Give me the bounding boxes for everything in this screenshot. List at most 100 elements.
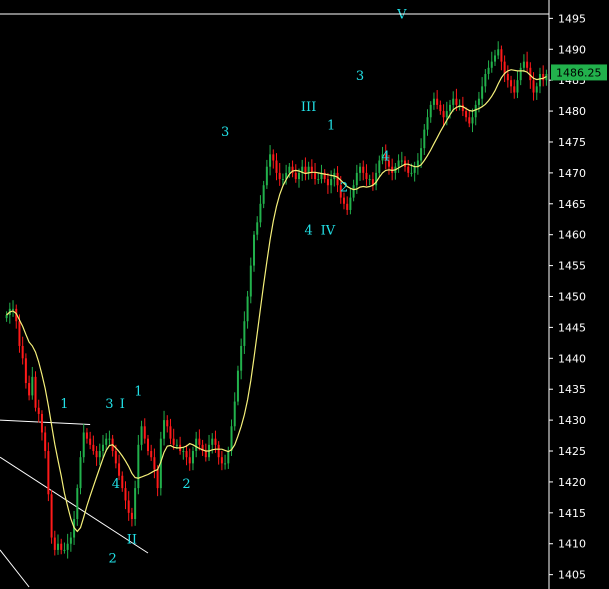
candle-body [220, 457, 223, 464]
candle-body [82, 432, 85, 458]
candle-body [542, 73, 545, 81]
wave-label: 2 [340, 180, 348, 195]
price-tick-label: 1420 [558, 476, 586, 489]
price-tick-label: 1410 [558, 538, 586, 551]
wave-label: 4 [112, 477, 120, 492]
candle-body [368, 179, 371, 181]
candle-body [269, 154, 272, 167]
candle-body [513, 86, 516, 93]
candle-body [474, 104, 477, 118]
candle-body [439, 104, 442, 112]
candle-body [105, 438, 108, 445]
candle-body [143, 426, 146, 439]
candle-body [538, 73, 541, 87]
candle-body [79, 457, 82, 489]
candle-body [432, 98, 435, 105]
candle-body [516, 80, 519, 93]
candle-body [342, 197, 345, 204]
last-price-badge: 1486.25 [551, 64, 607, 81]
candle-body [211, 438, 214, 445]
candle-body [182, 451, 185, 453]
candle-body [224, 463, 227, 465]
candle-body [37, 407, 40, 414]
candle-body [214, 438, 217, 445]
candle-body [114, 451, 117, 464]
candle-body [304, 166, 307, 173]
candle-body [468, 117, 471, 124]
wave-label: 1 [134, 384, 142, 399]
candle-body [89, 438, 92, 445]
price-tick-label: 1425 [558, 445, 586, 458]
candle-body [69, 537, 72, 544]
candle-body [455, 98, 458, 105]
candle-body [397, 160, 400, 167]
candle-body [233, 401, 236, 427]
candle-body [484, 73, 487, 87]
candle-body [336, 172, 339, 186]
candle-body [535, 86, 538, 93]
candle-body [60, 543, 63, 550]
candle-body [346, 203, 349, 210]
candle-body [487, 67, 490, 74]
candle-body [362, 166, 365, 173]
candle-body [413, 166, 416, 173]
candle-body [519, 67, 522, 81]
candle-body [188, 457, 191, 464]
candle-body [452, 98, 455, 105]
candle-body [130, 512, 133, 520]
candle-body [134, 488, 137, 520]
price-tick-label: 1405 [558, 569, 586, 582]
candle-body [449, 104, 452, 112]
candle-body [407, 166, 410, 173]
candle-body [95, 451, 98, 458]
candle-body [493, 55, 496, 62]
candle-body [92, 444, 95, 452]
candle-body [243, 321, 246, 346]
candle-body [500, 49, 503, 62]
moving-average-line [6, 69, 547, 533]
candle-body [314, 172, 317, 180]
candle-body [240, 345, 243, 371]
candle-body [281, 179, 284, 181]
candle-body [256, 222, 259, 235]
candle-body [108, 438, 111, 440]
candle-body [445, 111, 448, 118]
price-tick-label: 1465 [558, 198, 586, 211]
moving-average [6, 69, 547, 533]
candle-body [21, 345, 24, 359]
wave-label: I [120, 397, 125, 412]
candle-body [426, 117, 429, 130]
candle-body [63, 549, 66, 551]
candlestick-chart: 123 I14II23III14 IV234V 140514101415142014… [0, 0, 607, 589]
candle-body [253, 234, 256, 266]
wave-label: 1 [327, 119, 335, 134]
candle-body [227, 451, 230, 464]
wave-label: 2 [182, 477, 190, 492]
candle-body [236, 370, 239, 402]
candle-body [172, 438, 175, 445]
wave-label: 1 [60, 397, 68, 412]
candle-body [166, 420, 169, 427]
candle-body [365, 172, 368, 180]
candle-body [204, 451, 207, 458]
candle-body [262, 185, 265, 204]
wave-label: 3 [105, 397, 113, 412]
candle-body [85, 432, 88, 439]
candle-body [510, 80, 513, 87]
candle-body [18, 321, 21, 346]
candle-body [429, 104, 432, 118]
candle-body [294, 172, 297, 180]
candle-body [118, 463, 121, 476]
candle-body [50, 494, 53, 538]
candle-body [400, 160, 403, 162]
candle-body [465, 111, 468, 118]
price-tick-label: 1445 [558, 321, 586, 334]
candle-body [330, 179, 333, 186]
candle-body [137, 444, 140, 489]
candle-body [317, 179, 320, 181]
candle-body [526, 61, 529, 68]
candle-body [490, 61, 493, 68]
candle-body [76, 488, 79, 520]
candle-body [127, 500, 130, 513]
candle-body [150, 451, 153, 458]
